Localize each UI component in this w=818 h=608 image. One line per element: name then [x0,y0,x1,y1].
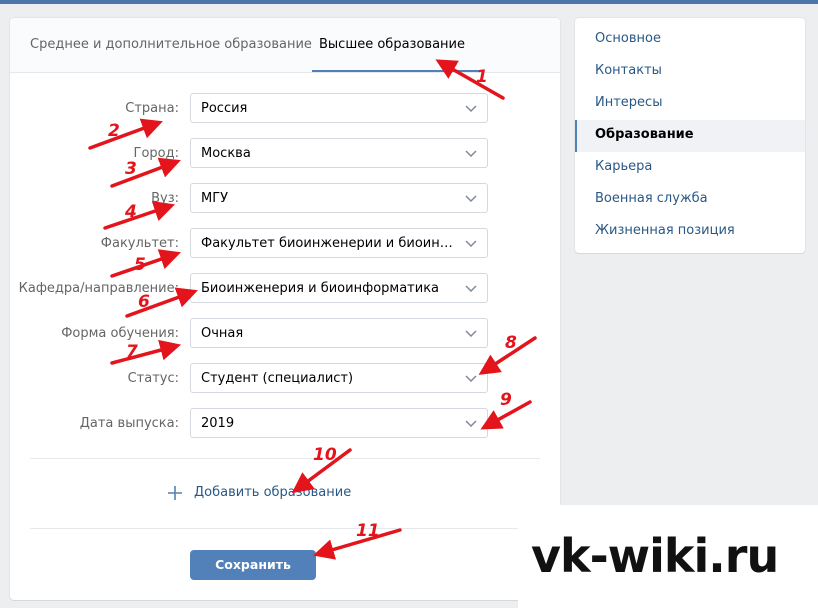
university-row: Вуз: МГУ [10,183,560,215]
faculty-row: Факультет: Факультет биоинженерии и биои… [10,228,560,260]
sidebar-item-interests[interactable]: Интересы [575,88,805,120]
sidebar-item-contacts[interactable]: Контакты [575,56,805,88]
sidebar-item-education[interactable]: Образование [575,120,805,152]
chevron-down-icon [465,375,477,382]
university-value: МГУ [201,191,229,206]
sidebar-item-label: Контакты [595,63,662,78]
faculty-select[interactable]: Факультет биоинженерии и биоинформатики [190,228,488,258]
city-value: Москва [201,146,251,161]
graduation-date-label: Дата выпуска: [79,416,179,431]
graduation-date-select[interactable]: 2019 [190,408,488,438]
add-education-label: Добавить образование [194,485,352,500]
sidebar-item-label: Образование [595,127,694,142]
active-tab-indicator [312,70,479,72]
graduation-date-value: 2019 [201,416,235,431]
sidebar-item-basic[interactable]: Основное [575,24,805,56]
chevron-down-icon [465,240,477,247]
selected-indicator [575,120,577,152]
sidebar-item-label: Военная служба [595,191,708,206]
university-select[interactable]: МГУ [190,183,488,213]
country-value: Россия [201,101,248,116]
divider [30,528,540,529]
status-row: Статус: Студент (специалист) [10,363,560,395]
education-tabs: Среднее и дополнительное образование Выс… [10,18,560,73]
country-row: Страна: Россия [10,93,560,125]
tab-higher-education[interactable]: Высшее образование [319,37,465,52]
sidebar-item-label: Карьера [595,159,653,174]
settings-sidebar: Основное Контакты Интересы Образование К… [575,18,805,253]
faculty-value: Факультет биоинженерии и биоинформатики [201,236,459,251]
department-label: Кафедра/направление: [18,281,179,296]
sidebar-item-military[interactable]: Военная служба [575,184,805,216]
study-form-label: Форма обучения: [61,326,179,341]
status-select[interactable]: Студент (специалист) [190,363,488,393]
chevron-down-icon [465,195,477,202]
status-value: Студент (специалист) [201,371,354,386]
chevron-down-icon [465,285,477,292]
country-select[interactable]: Россия [190,93,488,123]
sidebar-item-label: Жизненная позиция [595,223,735,238]
university-label: Вуз: [151,191,179,206]
city-row: Город: Москва [10,138,560,170]
top-header-bar [0,0,818,4]
study-form-select[interactable]: Очная [190,318,488,348]
department-value: Биоинженерия и биоинформатика [201,281,440,296]
watermark-text: vk-wiki.ru [531,529,779,583]
chevron-down-icon [465,105,477,112]
city-select[interactable]: Москва [190,138,488,168]
sidebar-item-label: Основное [595,31,661,46]
save-button[interactable]: Сохранить [190,550,316,580]
plus-icon [168,486,182,500]
chevron-down-icon [465,150,477,157]
divider [30,458,540,459]
tab-secondary-education[interactable]: Среднее и дополнительное образование [30,37,312,52]
sidebar-item-career[interactable]: Карьера [575,152,805,184]
faculty-label: Факультет: [100,236,179,251]
city-label: Город: [133,146,179,161]
chevron-down-icon [465,330,477,337]
chevron-down-icon [465,420,477,427]
status-label: Статус: [127,371,179,386]
study-form-value: Очная [201,326,244,341]
sidebar-item-label: Интересы [595,95,663,110]
country-label: Страна: [125,101,179,116]
study-form-row: Форма обучения: Очная [10,318,560,350]
education-panel: Среднее и дополнительное образование Выс… [10,18,560,600]
department-row: Кафедра/направление: Биоинженерия и биои… [10,273,560,305]
department-select[interactable]: Биоинженерия и биоинформатика [190,273,488,303]
graduation-date-row: Дата выпуска: 2019 [10,408,560,440]
sidebar-item-life-position[interactable]: Жизненная позиция [575,216,805,248]
